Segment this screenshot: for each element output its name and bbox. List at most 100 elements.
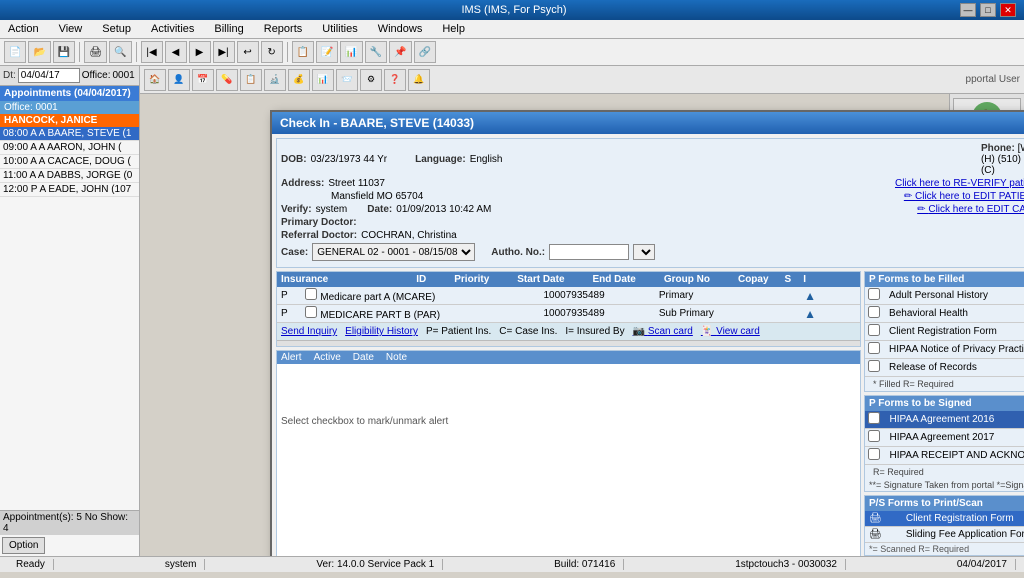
reverify-link[interactable]: Click here to RE-VERIFY patient detail: [895, 178, 1024, 189]
phone-c: (C): [981, 165, 1024, 176]
view-card-link[interactable]: 🃏 View card: [701, 326, 760, 337]
dt-input[interactable]: 04/04/17: [18, 68, 80, 83]
status-bar: Ready system Ver: 14.0.0 Service Pack 1 …: [0, 556, 1024, 572]
eligibility-history-link[interactable]: Eligibility History: [345, 326, 418, 337]
form-fill-check2[interactable]: [868, 324, 880, 336]
ins-hscroll[interactable]: [277, 340, 860, 346]
case-label: Case:: [281, 247, 308, 258]
tb-extra3[interactable]: 📊: [340, 41, 362, 63]
menu-bar: Action View Setup Activities Billing Rep…: [0, 20, 1024, 39]
form-fill-check3[interactable]: [868, 342, 880, 354]
save-btn[interactable]: 💾: [53, 41, 75, 63]
primary-doctor-label: Primary Doctor:: [281, 217, 357, 228]
toolbar-sep3: [287, 42, 288, 62]
ins-row0-check[interactable]: [305, 288, 317, 300]
form-fill-check4[interactable]: [868, 360, 880, 372]
copay-up-icon0[interactable]: ▲: [804, 289, 816, 303]
ico-tb9[interactable]: 📨: [336, 69, 358, 91]
refresh-btn[interactable]: ↻: [261, 41, 283, 63]
tb-extra1[interactable]: 📋: [292, 41, 314, 63]
sidebar-dt-row: Dt: 04/04/17 Office: 0001: [0, 66, 139, 86]
ins-row1-id: 10007935489: [539, 305, 654, 323]
ico-tb1[interactable]: 🏠: [144, 69, 166, 91]
table-row[interactable]: P MEDICARE PART B (PAR) 10007935489 Sub …: [277, 305, 860, 323]
ins-col-copay: Copay: [718, 274, 769, 285]
copay-up-icon1[interactable]: ▲: [804, 307, 816, 321]
tb-extra4[interactable]: 🔧: [365, 41, 387, 63]
menu-activities[interactable]: Activities: [147, 22, 198, 36]
nav-prev[interactable]: ◀: [165, 41, 187, 63]
appt-item-1[interactable]: 09:00 A A AARON, JOHN (: [0, 141, 139, 155]
insurance-table-container: P Medicare part A (MCARE) 10007935489 Pr…: [277, 287, 860, 323]
forms-print-header: P/S Forms to Print/Scan: [865, 496, 1024, 511]
menu-utilities[interactable]: Utilities: [318, 22, 361, 36]
send-inquiry-link[interactable]: Send Inquiry: [281, 326, 337, 337]
ico-tb10[interactable]: ⚙: [360, 69, 382, 91]
case-select[interactable]: GENERAL 02 - 0001 - 08/15/08: [312, 243, 475, 261]
edit-case-link[interactable]: ✏ Click here to EDIT CASE detail: [917, 204, 1024, 215]
tb-extra2[interactable]: 📝: [316, 41, 338, 63]
ico-tb7[interactable]: 💰: [288, 69, 310, 91]
nav-back[interactable]: ↩: [237, 41, 259, 63]
preview-btn[interactable]: 🔍: [109, 41, 131, 63]
verify-row: Verify: system Date: 01/09/2013 10:42 AM…: [281, 204, 1024, 215]
open-btn[interactable]: 📂: [28, 41, 50, 63]
alert-col-date: Date: [353, 352, 374, 363]
appt-item-0[interactable]: 08:00 A A BAARE, STEVE (1: [0, 127, 139, 141]
ico-tb2[interactable]: 👤: [168, 69, 190, 91]
ins-col-s: S: [777, 274, 792, 285]
maximize-btn[interactable]: □: [980, 3, 996, 17]
print-btn[interactable]: 🖨: [84, 41, 107, 63]
table-row[interactable]: 🖨 Sliding Fee Application Form: [865, 527, 1024, 543]
menu-billing[interactable]: Billing: [210, 22, 247, 36]
new-btn[interactable]: 📄: [4, 41, 26, 63]
referral-value: COCHRAN, Christina: [361, 230, 457, 241]
option-btn[interactable]: Option: [2, 537, 45, 554]
ico-tb8[interactable]: 📊: [312, 69, 334, 91]
nav-first[interactable]: |◀: [141, 41, 163, 63]
appt-item-2[interactable]: 10:00 A A CACACE, DOUG (: [0, 155, 139, 169]
app-close-btn[interactable]: ✕: [1000, 3, 1016, 17]
menu-setup[interactable]: Setup: [98, 22, 135, 36]
menu-windows[interactable]: Windows: [374, 22, 427, 36]
patient-info-section: DOB: 03/23/1973 44 Yr Language: English …: [276, 138, 1024, 268]
appt-item-4[interactable]: 12:00 P A EADE, JOHN (107: [0, 183, 139, 197]
scan-card-link[interactable]: 📷 Scan card: [633, 326, 693, 337]
nav-next[interactable]: ▶: [189, 41, 211, 63]
tb-extra6[interactable]: 🔗: [414, 41, 436, 63]
ico-tb4[interactable]: 💊: [216, 69, 238, 91]
autho-input[interactable]: [549, 244, 629, 260]
form-fill-check1[interactable]: [868, 306, 880, 318]
ico-tb11[interactable]: ❓: [384, 69, 406, 91]
ico-tb12[interactable]: 🔔: [408, 69, 430, 91]
edit-patient-link[interactable]: ✏ Click here to EDIT PATIENT detail: [904, 191, 1024, 202]
signed-name2: HIPAA RECEIPT AND ACKNO: [886, 447, 1024, 465]
forms-signed-table: HIPAA Agreement 2016 Every Visit ✏ HIPAA…: [865, 411, 1024, 465]
signed-check2[interactable]: [868, 448, 880, 460]
autho-label: Autho. No.:: [491, 247, 545, 258]
signed-check1[interactable]: [868, 430, 880, 442]
table-row[interactable]: P Medicare part A (MCARE) 10007935489 Pr…: [277, 287, 860, 305]
minimize-btn[interactable]: —: [960, 3, 976, 17]
appt-item-3[interactable]: 11:00 A A DABBS, JORGE (0: [0, 169, 139, 183]
ins-row0-priority: Primary: [655, 287, 760, 305]
menu-help[interactable]: Help: [438, 22, 469, 36]
ico-tb6[interactable]: 🔬: [264, 69, 286, 91]
ins-actions-scroll: Send Inquiry Eligibility History P= Pati…: [277, 323, 860, 340]
ico-tb3[interactable]: 📅: [192, 69, 214, 91]
ins-row1-check[interactable]: [305, 306, 317, 318]
selected-patient[interactable]: HANCOCK, JANICE: [0, 114, 139, 127]
menu-view[interactable]: View: [55, 22, 87, 36]
signed-check0[interactable]: [868, 412, 880, 424]
table-row: Behavioral Health ✏ Not Filled: [865, 305, 1024, 323]
form-fill-name3: HIPAA Notice of Privacy Practice: [886, 341, 1024, 359]
phone-number: (510) 555-4579: [998, 154, 1024, 165]
form-fill-check0[interactable]: [868, 288, 880, 300]
menu-action[interactable]: Action: [4, 22, 43, 36]
autho-select[interactable]: [633, 244, 655, 260]
table-row[interactable]: 🖨 Client Registration Form: [865, 511, 1024, 527]
menu-reports[interactable]: Reports: [260, 22, 307, 36]
nav-last[interactable]: ▶|: [213, 41, 235, 63]
ico-tb5[interactable]: 📋: [240, 69, 262, 91]
tb-extra5[interactable]: 📌: [389, 41, 411, 63]
